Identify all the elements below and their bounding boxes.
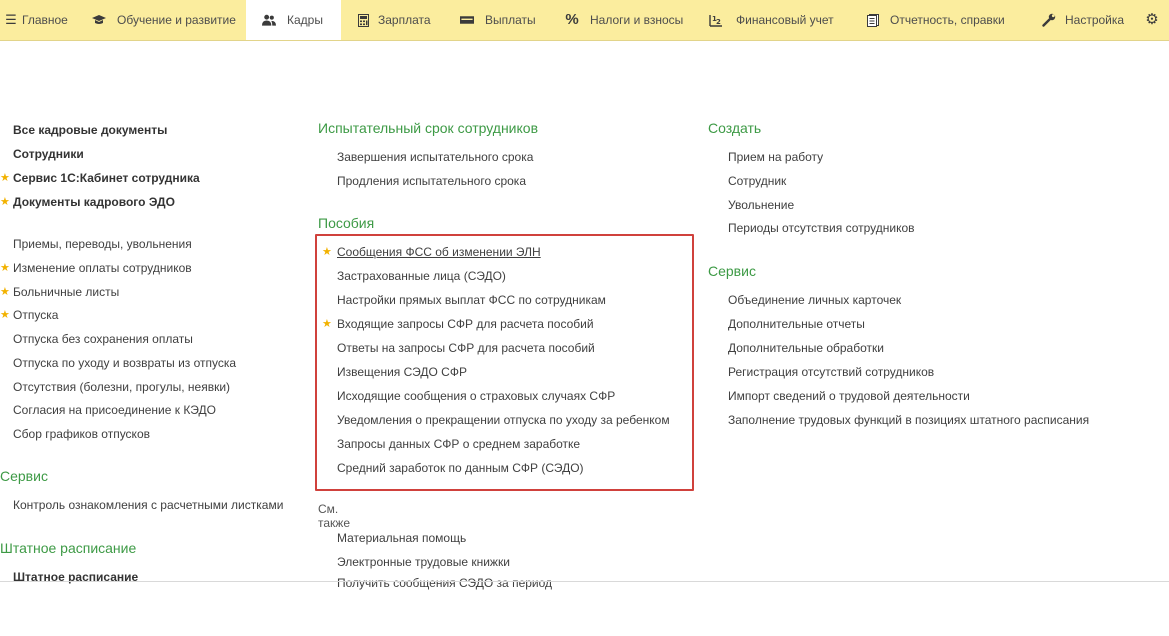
- link-additional-reports[interactable]: Дополнительные отчеты: [728, 317, 865, 331]
- tab-main[interactable]: ☰ Главное: [0, 0, 80, 40]
- link-employee-cabinet[interactable]: Сервис 1С:Кабинет сотрудника: [13, 171, 200, 185]
- star-icon: ★: [0, 286, 10, 298]
- finance-chart-icon: 12: [709, 13, 723, 27]
- star-icon: ★: [0, 196, 10, 208]
- tab-label: Настройка: [1065, 13, 1125, 27]
- link-pay-changes[interactable]: Изменение оплаты сотрудников: [13, 261, 192, 275]
- link-create-employee[interactable]: Сотрудник: [728, 174, 786, 188]
- link-kedo-consents[interactable]: Согласия на присоединение к КЭДО: [13, 403, 216, 417]
- settings-gear-button[interactable]: ⚙: [1140, 0, 1169, 40]
- graduation-cap-icon: [92, 13, 106, 27]
- link-outgoing-insurance-messages[interactable]: Исходящие сообщения о страховых случаях …: [337, 389, 615, 403]
- link-sfr-request-answers[interactable]: Ответы на запросы СФР для расчета пособи…: [337, 341, 595, 355]
- link-electronic-work-books[interactable]: Электронные трудовые книжки: [337, 555, 510, 569]
- tab-training[interactable]: Обучение и развитие: [90, 0, 250, 40]
- report-icon: [866, 13, 880, 27]
- tab-payments[interactable]: Выплаты: [458, 0, 548, 40]
- link-probation-extension[interactable]: Продления испытательного срока: [337, 174, 526, 188]
- link-insured-persons[interactable]: Застрахованные лица (СЭДО): [337, 269, 506, 283]
- star-icon: ★: [0, 309, 10, 321]
- link-absences[interactable]: Отсутствия (болезни, прогулы, неявки): [13, 380, 230, 394]
- link-import-employment-data[interactable]: Импорт сведений о трудовой деятельности: [728, 389, 970, 403]
- star-icon: ★: [0, 262, 10, 274]
- see-also-label: См. также: [318, 502, 350, 530]
- link-all-hr-documents[interactable]: Все кадровые документы: [13, 123, 167, 137]
- link-incoming-sfr-requests[interactable]: Входящие запросы СФР для расчета пособий: [337, 317, 594, 331]
- wrench-icon: [1042, 13, 1056, 27]
- percent-icon: %: [565, 11, 579, 28]
- group-header-service-right: Сервис: [708, 263, 756, 279]
- link-parental-leave-termination[interactable]: Уведомления о прекращении отпуска по ухо…: [337, 413, 670, 427]
- tab-hr[interactable]: Кадры: [246, 0, 341, 40]
- tab-settings[interactable]: Настройка: [1040, 0, 1140, 40]
- link-probation-completion[interactable]: Завершения испытательного срока: [337, 150, 533, 164]
- content-bottom-divider: [0, 581, 1169, 582]
- group-header-probation: Испытательный срок сотрудников: [318, 120, 539, 136]
- tab-reports[interactable]: Отчетность, справки: [864, 0, 1019, 40]
- link-vacation-schedules[interactable]: Сбор графиков отпусков: [13, 427, 150, 441]
- tab-label: Главное: [22, 13, 68, 27]
- tab-label: Обучение и развитие: [117, 13, 236, 27]
- tab-taxes[interactable]: % Налоги и взносы: [562, 0, 692, 40]
- svg-text:2: 2: [716, 18, 721, 26]
- link-sedo-notices[interactable]: Извещения СЭДО СФР: [337, 365, 467, 379]
- gear-icon: ⚙: [1145, 11, 1159, 28]
- tab-label: Отчетность, справки: [890, 13, 1005, 27]
- tab-label: Финансовый учет: [736, 13, 834, 27]
- tab-finance[interactable]: 12 Финансовый учет: [709, 0, 854, 40]
- link-parental-leaves[interactable]: Отпуска по уходу и возвраты из отпуска: [13, 356, 236, 370]
- link-additional-processing[interactable]: Дополнительные обработки: [728, 341, 884, 355]
- link-material-assistance[interactable]: Материальная помощь: [337, 531, 466, 545]
- link-sick-leaves[interactable]: Больничные листы: [13, 285, 119, 299]
- star-icon: ★: [322, 246, 332, 258]
- group-header-service: Сервис: [0, 468, 48, 484]
- star-icon: ★: [0, 172, 10, 184]
- link-create-absence-periods[interactable]: Периоды отсутствия сотрудников: [728, 221, 915, 235]
- link-direct-payment-settings[interactable]: Настройки прямых выплат ФСС по сотрудник…: [337, 293, 606, 307]
- menu-icon: ☰: [5, 12, 17, 27]
- tab-label: Выплаты: [485, 13, 536, 27]
- link-average-earnings-requests[interactable]: Запросы данных СФР о среднем заработке: [337, 437, 580, 451]
- people-icon: [262, 13, 276, 27]
- link-unpaid-vacations[interactable]: Отпуска без сохранения оплаты: [13, 332, 193, 346]
- link-create-dismissal[interactable]: Увольнение: [728, 198, 794, 212]
- link-fss-eln-messages[interactable]: Сообщения ФСС об изменении ЭЛН: [337, 245, 541, 259]
- link-payslip-acknowledgement[interactable]: Контроль ознакомления с расчетными листк…: [13, 498, 283, 512]
- link-employees[interactable]: Сотрудники: [13, 147, 84, 161]
- link-hires-transfers[interactable]: Приемы, переводы, увольнения: [13, 237, 192, 251]
- sections-panel: ☰ Главное Обучение и развитие Кадры Зарп…: [0, 0, 1169, 41]
- group-header-benefits: Пособия: [318, 215, 375, 231]
- link-fill-labor-functions[interactable]: Заполнение трудовых функций в позициях ш…: [728, 413, 1089, 427]
- group-header-staffing: Штатное расписание: [0, 540, 137, 556]
- link-average-earnings-sedo[interactable]: Средний заработок по данным СФР (СЭДО): [337, 461, 584, 475]
- link-register-absences[interactable]: Регистрация отсутствий сотрудников: [728, 365, 934, 379]
- tab-salary[interactable]: Зарплата: [352, 0, 447, 40]
- calculator-icon: [356, 13, 370, 27]
- link-create-hire[interactable]: Прием на работу: [728, 150, 823, 164]
- link-get-sedo-messages[interactable]: Получить сообщения СЭДО за период: [337, 576, 552, 590]
- tab-label: Зарплата: [378, 13, 431, 27]
- cash-icon: [460, 13, 474, 27]
- tab-label: Налоги и взносы: [590, 13, 684, 27]
- link-merge-personal-cards[interactable]: Объединение личных карточек: [728, 293, 901, 307]
- link-hr-edo-documents[interactable]: Документы кадрового ЭДО: [13, 195, 175, 209]
- star-icon: ★: [322, 318, 332, 330]
- link-vacations[interactable]: Отпуска: [13, 308, 58, 322]
- tab-label: Кадры: [287, 13, 323, 27]
- group-header-create: Создать: [708, 120, 762, 136]
